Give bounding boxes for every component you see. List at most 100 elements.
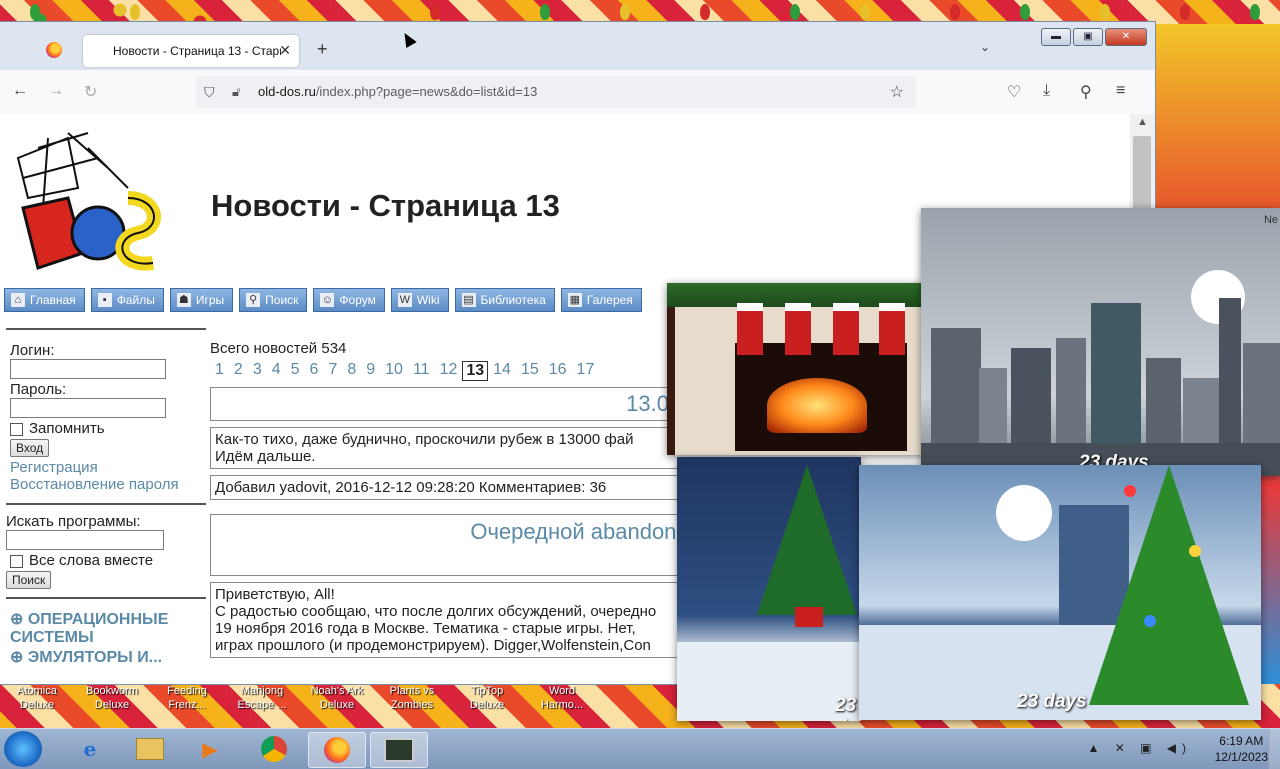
pocket-icon[interactable]: ♡ — [1007, 82, 1021, 102]
category-label: ЭМУЛЯТОРЫ И... — [27, 649, 163, 666]
tab-close-icon[interactable]: ✕ — [279, 42, 291, 59]
restore-password-link[interactable]: Восстановление пароля — [10, 476, 206, 493]
new-tab-button[interactable]: + — [317, 39, 328, 60]
menu-wiki[interactable]: W Wiki — [390, 288, 449, 312]
tab-bar: Новости - Страница 13 - Старые ✕ + ⌄ ▬ ▣… — [0, 22, 1155, 70]
ie-icon[interactable]: e — [62, 732, 118, 766]
divider — [6, 503, 206, 505]
login-button[interactable]: Вход — [10, 439, 50, 457]
page-link[interactable]: 1 — [210, 361, 229, 381]
christmas-tree-image[interactable]: 23 days — [677, 457, 861, 721]
show-desktop-button[interactable] — [1269, 729, 1280, 769]
page-link[interactable]: 11 — [408, 361, 435, 381]
start-button[interactable] — [4, 731, 42, 767]
shortcut-label: Word — [548, 685, 576, 697]
desktop-icons: Atomica Deluxe Bookworm Deluxe Feeding Fren… — [0, 684, 1280, 728]
page-link[interactable]: 2 — [229, 361, 248, 381]
shortcut-label: Bookworm — [86, 685, 138, 697]
desktop-shortcut[interactable]: Feeding Frenz... — [152, 684, 222, 712]
menu-home[interactable]: ⌂ Главная — [4, 288, 85, 312]
downloads-icon[interactable]: ⤓ — [1043, 82, 1050, 100]
page-link[interactable]: 5 — [286, 361, 305, 381]
shortcut-label: Harmo... — [540, 699, 584, 711]
page-link[interactable]: 3 — [248, 361, 267, 381]
desktop-shortcut[interactable]: Bookworm Deluxe — [77, 684, 147, 712]
terminal-icon[interactable] — [370, 732, 428, 768]
clock[interactable]: 6:19 AM 12/1/2023 — [1215, 733, 1268, 765]
user-icon: ☺ — [320, 293, 335, 307]
minimize-button[interactable]: ▬ — [1041, 28, 1071, 46]
scroll-up-icon[interactable]: ▲ — [1137, 116, 1148, 128]
shortcut-label: Mahjong — [240, 685, 284, 697]
news-title-link[interactable]: 13.0 — [626, 391, 669, 416]
firefox-view-icon[interactable] — [46, 42, 62, 58]
remember-checkbox[interactable] — [10, 422, 23, 436]
page-link[interactable]: 17 — [572, 361, 600, 381]
tab-list-chevron-icon[interactable]: ⌄ — [980, 40, 990, 54]
fireplace-image[interactable] — [667, 283, 929, 455]
maximize-button[interactable]: ▣ — [1073, 28, 1103, 46]
page-link[interactable]: 6 — [305, 361, 324, 381]
search-input[interactable] — [6, 530, 164, 550]
forward-icon[interactable]: → — [48, 82, 64, 100]
menu-gallery[interactable]: ▦ Галерея — [560, 288, 642, 312]
url-bar[interactable]: ⛉ 🔓︎ old-dos.ru/index.php?page=news&do=l… — [196, 76, 916, 108]
active-tab[interactable]: Новости - Страница 13 - Старые ✕ — [83, 35, 299, 67]
menu-label: Главная — [30, 293, 76, 307]
page-link[interactable]: 4 — [267, 361, 286, 381]
password-input[interactable] — [10, 398, 166, 418]
close-button[interactable]: ✕ — [1105, 28, 1147, 46]
desktop-shortcut[interactable]: Plants vs Zombies — [377, 684, 447, 712]
register-link[interactable]: Регистрация — [10, 459, 206, 476]
clock-date: 12/1/2023 — [1214, 750, 1268, 764]
page-link[interactable]: 10 — [380, 361, 408, 381]
password-label: Пароль: — [10, 381, 67, 398]
search-button[interactable]: Поиск — [6, 571, 52, 589]
bookmark-star-icon[interactable]: ☆ — [890, 82, 904, 102]
all-words-checkbox[interactable] — [10, 554, 23, 568]
menu-forum[interactable]: ☺ Форум — [313, 288, 385, 312]
page-link[interactable]: 14 — [488, 361, 516, 381]
desktop-shortcut[interactable]: Mahjong Escape ... — [227, 684, 297, 712]
chrome-icon[interactable] — [246, 732, 302, 766]
explorer-icon[interactable] — [122, 732, 178, 766]
desktop-shortcut[interactable]: Noah's Ark Deluxe — [302, 684, 372, 712]
page-link[interactable]: 12 — [435, 361, 463, 381]
desktop-shortcut[interactable]: TipTop Deluxe — [452, 684, 522, 712]
city-skyline-image[interactable]: 23 days Ne — [921, 208, 1280, 476]
menu-files[interactable]: ▪ Файлы — [90, 288, 164, 312]
page-link[interactable]: 15 — [516, 361, 544, 381]
site-menu: ⌂ Главная ▪ Файлы ☗ Игры ⚲ Поиск ☺ Форум W Wik… — [4, 288, 642, 312]
page-link[interactable]: 16 — [544, 361, 572, 381]
old-dos-logo[interactable] — [8, 128, 168, 288]
tracking-shield-icon[interactable]: ⛉ — [204, 84, 215, 101]
menu-label: Файлы — [116, 293, 155, 307]
page-title: Новости - Страница 13 — [211, 188, 560, 223]
desktop-shortcut[interactable]: Word Harmo... — [527, 684, 597, 712]
home-icon: ⌂ — [11, 293, 25, 307]
login-input[interactable] — [10, 359, 166, 379]
desktop-shortcut[interactable]: Atomica Deluxe — [2, 684, 72, 712]
page-link[interactable]: 9 — [361, 361, 380, 381]
menu-search[interactable]: ⚲ Поиск — [239, 288, 308, 312]
app-menu-icon[interactable]: ≡ — [1116, 82, 1125, 100]
firefox-icon[interactable] — [308, 732, 366, 768]
reload-icon[interactable]: ↻ — [84, 82, 97, 102]
category-emulators[interactable]: ⊕ ЭМУЛЯТОРЫ И... — [10, 647, 190, 667]
back-icon[interactable]: ← — [12, 82, 28, 100]
insecure-lock-icon[interactable]: 🔓︎ — [232, 84, 240, 100]
url-text[interactable]: old-dos.ru/index.php?page=news&do=list&i… — [258, 84, 537, 99]
winter-village-image[interactable]: 23 days — [859, 465, 1261, 720]
menu-library[interactable]: ▤ Библиотека — [454, 288, 555, 312]
media-player-icon[interactable]: ▶ — [182, 732, 238, 766]
page-link[interactable]: 8 — [342, 361, 361, 381]
system-tray-icons[interactable]: ▲ ✕ ▣ ◀) — [1088, 741, 1193, 755]
category-os[interactable]: ⊕ ОПЕРАЦИОННЫЕ СИСТЕМЫ — [10, 609, 190, 647]
shortcut-label: Feeding — [167, 685, 207, 697]
menu-games[interactable]: ☗ Игры — [169, 288, 234, 312]
extensions-icon[interactable]: ⚲ — [1080, 82, 1092, 102]
page-link[interactable]: 7 — [323, 361, 342, 381]
shortcut-label: Deluxe — [469, 699, 505, 711]
url-domain: old-dos.ru — [258, 84, 316, 99]
remember-label: Запомнить — [29, 420, 105, 437]
